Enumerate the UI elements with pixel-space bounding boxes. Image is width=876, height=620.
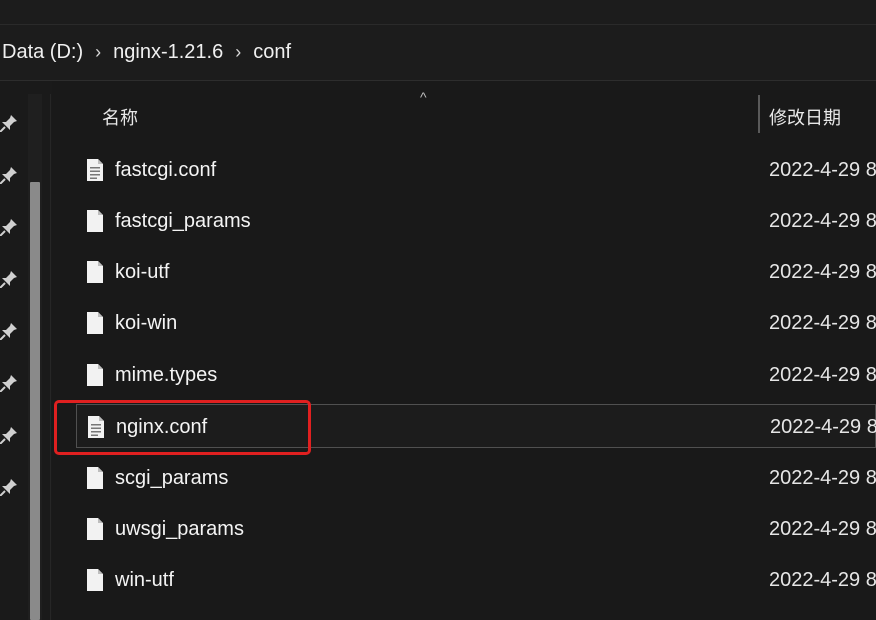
column-header-date-modified[interactable]: 修改日期 [769,104,841,130]
breadcrumb: Data (D:) › nginx-1.21.6 › conf [2,41,291,63]
annotation-highlight-box [54,400,311,455]
file-row[interactable]: mime.types 2022-4-29 8 [76,353,876,397]
pane-divider[interactable] [50,94,51,620]
breadcrumb-chevron-icon[interactable]: › [235,42,241,63]
file-icon [86,311,104,335]
file-date-modified: 2022-4-29 8 [769,364,876,386]
pin-icon[interactable] [0,426,18,445]
breadcrumb-item-drive[interactable]: Data (D:) [2,41,83,64]
sort-ascending-icon: ^ [420,89,427,105]
file-row[interactable]: koi-win 2022-4-29 8 [76,301,876,345]
file-icon [86,466,104,490]
column-resize-handle[interactable] [758,95,760,133]
file-icon [86,568,104,592]
pin-icon[interactable] [0,218,18,237]
column-header-name[interactable]: 名称 [102,104,138,130]
breadcrumb-chevron-icon[interactable]: › [95,42,101,63]
pin-icon[interactable] [0,114,18,133]
file-date-modified: 2022-4-29 8 [769,518,876,540]
file-row[interactable]: koi-utf 2022-4-29 8 [76,250,876,294]
file-row[interactable]: win-utf 2022-4-29 8 [76,558,876,602]
text-file-icon [86,158,104,182]
breadcrumb-item-conf-folder[interactable]: conf [253,41,291,64]
file-name: koi-utf [115,261,170,283]
file-name: uwsgi_params [115,518,244,540]
pin-icon[interactable] [0,374,18,393]
file-date-modified: 2022-4-29 8 [769,569,876,591]
file-name: fastcgi_params [115,210,251,232]
file-icon [86,260,104,284]
file-icon [86,209,104,233]
file-icon [86,517,104,541]
nav-scrollbar-thumb[interactable] [30,182,40,620]
file-row[interactable]: scgi_params 2022-4-29 8 [76,456,876,500]
file-date-modified: 2022-4-29 8 [769,467,876,489]
file-date-modified: 2022-4-29 8 [769,261,876,283]
navigation-pane [0,81,52,620]
file-date-modified: 2022-4-29 8 [770,416,876,438]
pin-icon[interactable] [0,166,18,185]
file-date-modified: 2022-4-29 8 [769,210,876,232]
file-name: koi-win [115,312,178,334]
file-row[interactable]: fastcgi_params 2022-4-29 8 [76,199,876,243]
pin-icon[interactable] [0,322,18,341]
file-icon [86,363,104,387]
file-date-modified: 2022-4-29 8 [769,159,876,181]
pin-icon[interactable] [0,478,18,497]
pin-icon[interactable] [0,270,18,289]
file-row[interactable]: uwsgi_params 2022-4-29 8 [76,507,876,551]
file-row[interactable]: fastcgi.conf 2022-4-29 8 [76,148,876,192]
file-date-modified: 2022-4-29 8 [769,312,876,334]
file-name: fastcgi.conf [115,159,217,181]
file-name: win-utf [115,569,174,591]
column-header-row: 名称 ^ 修改日期 [52,81,876,137]
file-name: mime.types [115,364,218,386]
file-name: scgi_params [115,467,229,489]
title-bar [0,0,876,25]
breadcrumb-item-nginx-folder[interactable]: nginx-1.21.6 [113,41,223,64]
